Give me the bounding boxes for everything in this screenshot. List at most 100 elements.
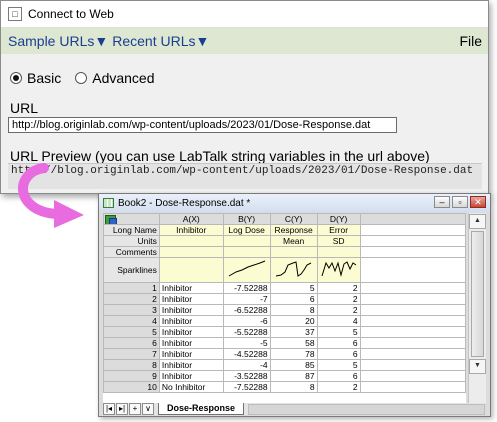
cell-log-dose[interactable]: -6 [222, 315, 271, 327]
column-header-d[interactable]: D(Y) [316, 213, 361, 225]
row-number[interactable]: 8 [103, 359, 160, 371]
basic-radio[interactable]: Basic [10, 70, 61, 86]
empty-cell[interactable] [359, 370, 466, 382]
cell-error[interactable]: 2 [316, 282, 361, 294]
meta-cell[interactable] [222, 246, 271, 258]
column-header-b[interactable]: B(Y) [222, 213, 271, 225]
sparkline-cell-c[interactable] [269, 257, 318, 283]
sparkline-cell-d[interactable] [316, 257, 361, 283]
meta-label[interactable]: Comments [103, 246, 160, 258]
cell-log-dose[interactable]: -7 [222, 293, 271, 305]
cell-error[interactable]: 6 [316, 370, 361, 382]
meta-cell[interactable] [269, 246, 318, 258]
cell-log-dose[interactable]: -7.52288 [222, 282, 271, 294]
worksheet-grid[interactable]: A(X) B(Y) C(Y) D(Y) Long Name Inhibitor … [103, 213, 466, 403]
row-number[interactable]: 2 [103, 293, 160, 305]
cell-log-dose[interactable]: -5.52288 [222, 326, 271, 338]
empty-cell[interactable] [359, 381, 466, 393]
meta-cell[interactable]: Inhibitor [158, 224, 224, 236]
basic-radio-dot[interactable] [10, 72, 22, 84]
meta-label[interactable]: Units [103, 235, 160, 247]
advanced-radio[interactable]: Advanced [75, 70, 155, 86]
cell-response[interactable]: 78 [269, 348, 318, 360]
meta-cell[interactable]: Error [316, 224, 361, 236]
empty-cell[interactable] [359, 293, 466, 305]
cell-response[interactable]: 6 [269, 293, 318, 305]
cell-log-dose[interactable]: -3.52288 [222, 370, 271, 382]
cell-log-dose[interactable]: -6.52288 [222, 304, 271, 316]
cell-error[interactable]: 2 [316, 381, 361, 393]
sheet-tab-dose-response[interactable]: Dose-Response [158, 403, 245, 415]
horizontal-scrollbar[interactable] [248, 403, 485, 415]
cell-inhibitor[interactable]: Inhibitor [158, 337, 224, 349]
cell-error[interactable]: 4 [316, 315, 361, 327]
first-sheet-button[interactable]: |◂ [103, 403, 115, 415]
cell-response[interactable]: 87 [269, 370, 318, 382]
column-header-a[interactable]: A(X) [158, 213, 224, 225]
cell-response[interactable]: 58 [269, 337, 318, 349]
cell-error[interactable]: 6 [316, 348, 361, 360]
cell-log-dose[interactable]: -4 [222, 359, 271, 371]
last-sheet-button[interactable]: ▸| [116, 403, 128, 415]
meta-label[interactable]: Long Name [103, 224, 160, 236]
cell-inhibitor[interactable]: Inhibitor [158, 304, 224, 316]
cell-error[interactable]: 2 [316, 304, 361, 316]
empty-cell[interactable] [359, 304, 466, 316]
meta-cell[interactable] [316, 246, 361, 258]
cell-error[interactable]: 6 [316, 337, 361, 349]
scroll-thumb[interactable] [471, 231, 484, 357]
row-number[interactable]: 10 [103, 381, 160, 393]
meta-cell[interactable]: Log Dose [222, 224, 271, 236]
row-number[interactable]: 9 [103, 370, 160, 382]
sparklines-label[interactable]: Sparklines [103, 257, 160, 283]
vertical-scrollbar[interactable]: ▲ ▼ [468, 213, 486, 403]
restore-button[interactable]: ▫ [452, 196, 468, 208]
cell-inhibitor[interactable]: Inhibitor [158, 293, 224, 305]
empty-cell[interactable] [359, 348, 466, 360]
cell-error[interactable]: 2 [316, 293, 361, 305]
cell-inhibitor[interactable]: Inhibitor [158, 370, 224, 382]
row-number[interactable]: 5 [103, 326, 160, 338]
cell-inhibitor[interactable]: Inhibitor [158, 282, 224, 294]
empty-cell[interactable] [359, 315, 466, 327]
sheet-list-button[interactable]: ∨ [142, 403, 154, 415]
meta-cell[interactable] [158, 235, 224, 247]
scroll-down-icon[interactable]: ▼ [469, 359, 486, 374]
row-number[interactable]: 3 [103, 304, 160, 316]
sparkline-cell-a[interactable] [158, 257, 224, 283]
meta-cell[interactable] [222, 235, 271, 247]
cell-inhibitor[interactable]: No Inhibitor [158, 381, 224, 393]
cell-response[interactable]: 85 [269, 359, 318, 371]
empty-cell[interactable] [359, 359, 466, 371]
cell-response[interactable]: 8 [269, 304, 318, 316]
workbook-titlebar[interactable]: Book2 - Dose-Response.dat * – ▫ ✕ [99, 194, 490, 212]
row-number[interactable]: 4 [103, 315, 160, 327]
sample-urls-menu[interactable]: Sample URLs▼ [8, 33, 108, 49]
sparkline-cell-b[interactable] [222, 257, 271, 283]
advanced-radio-dot[interactable] [75, 72, 88, 84]
cell-response[interactable]: 20 [269, 315, 318, 327]
empty-cell[interactable] [359, 337, 466, 349]
cell-response[interactable]: 37 [269, 326, 318, 338]
dialog-titlebar[interactable]: □ Connect to Web [1, 1, 488, 28]
row-number[interactable]: 1 [103, 282, 160, 294]
grid-corner-button[interactable] [103, 213, 160, 225]
empty-cell[interactable] [359, 326, 466, 338]
close-button[interactable]: ✕ [470, 196, 486, 208]
empty-cell[interactable] [359, 282, 466, 294]
cell-inhibitor[interactable]: Inhibitor [158, 326, 224, 338]
meta-cell[interactable]: Mean [269, 235, 318, 247]
meta-cell[interactable]: Response [269, 224, 318, 236]
cell-error[interactable]: 5 [316, 359, 361, 371]
add-sheet-button[interactable]: + [129, 403, 141, 415]
cell-log-dose[interactable]: -4.52288 [222, 348, 271, 360]
row-number[interactable]: 6 [103, 337, 160, 349]
cell-inhibitor[interactable]: Inhibitor [158, 348, 224, 360]
meta-cell[interactable]: SD [316, 235, 361, 247]
cell-log-dose[interactable]: -5 [222, 337, 271, 349]
meta-cell[interactable] [158, 246, 224, 258]
minimize-button[interactable]: – [434, 196, 450, 208]
row-number[interactable]: 7 [103, 348, 160, 360]
column-header-c[interactable]: C(Y) [269, 213, 318, 225]
cell-inhibitor[interactable]: Inhibitor [158, 315, 224, 327]
